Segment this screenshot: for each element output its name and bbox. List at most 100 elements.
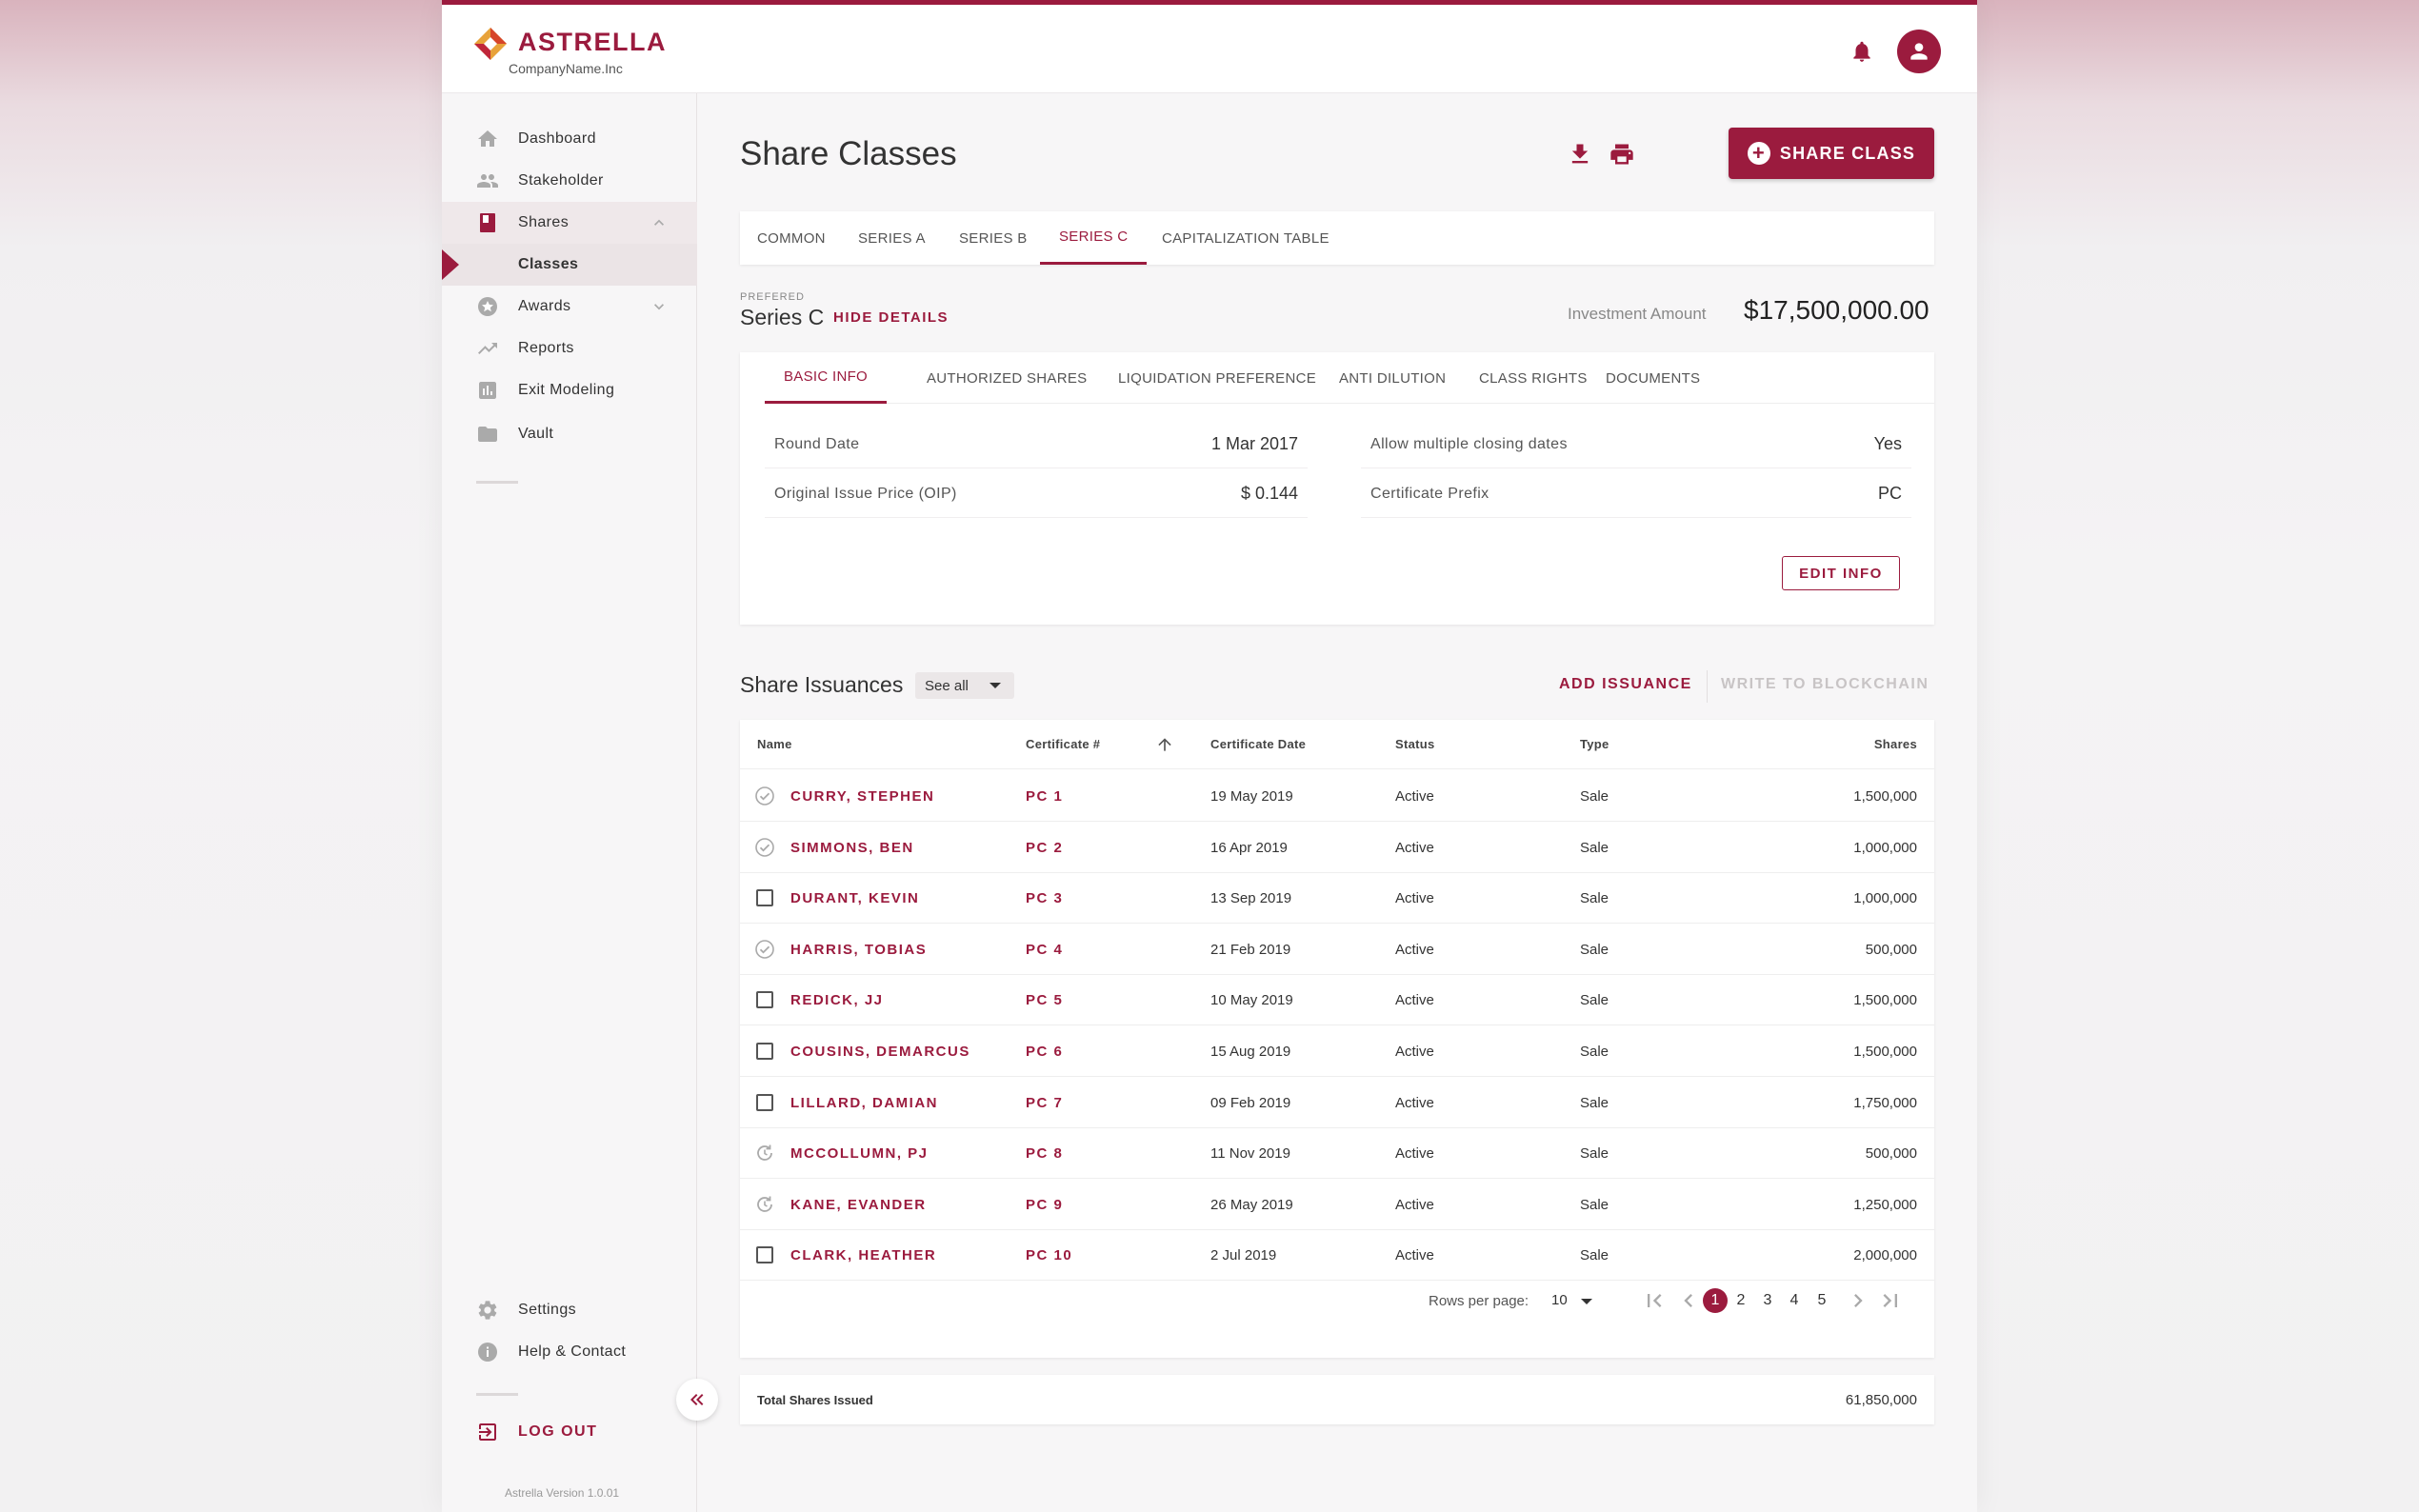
sidebar-item-shares[interactable]: Shares xyxy=(442,202,697,244)
row-checkbox[interactable] xyxy=(756,1093,773,1111)
print-icon[interactable] xyxy=(1609,141,1635,168)
tab-class-rights[interactable]: CLASS RIGHTS xyxy=(1479,352,1588,404)
stakeholder-name-link[interactable]: CLARK, HEATHER xyxy=(790,1247,936,1263)
tab-common[interactable]: COMMON xyxy=(757,211,826,265)
write-to-blockchain-button[interactable]: WRITE TO BLOCKCHAIN xyxy=(1721,676,1929,693)
tab-basic-info[interactable]: BASIC INFO xyxy=(765,352,888,404)
page-button-1[interactable]: 1 xyxy=(1703,1288,1728,1313)
page-button-2[interactable]: 2 xyxy=(1729,1288,1753,1313)
hide-details-button[interactable]: HIDE DETAILS xyxy=(833,309,949,326)
next-page-icon[interactable] xyxy=(1845,1287,1871,1314)
certificate-link[interactable]: PC 1 xyxy=(1026,788,1063,805)
column-header-status[interactable]: Status xyxy=(1395,737,1435,751)
table-row[interactable]: CURRY, STEPHEN PC 1 19 May 2019 Active Sale 1… xyxy=(740,770,1934,822)
page-button-5[interactable]: 5 xyxy=(1809,1288,1834,1313)
tab-series-a[interactable]: SERIES A xyxy=(858,211,926,265)
column-header-shares[interactable]: Shares xyxy=(1874,737,1917,751)
tab-series-b[interactable]: SERIES B xyxy=(959,211,1028,265)
tab-authorized-shares[interactable]: AUTHORIZED SHARES xyxy=(927,352,1087,404)
sidebar-item-dashboard[interactable]: Dashboard xyxy=(442,118,697,160)
last-page-icon[interactable] xyxy=(1877,1287,1904,1314)
add-share-class-button[interactable]: + SHARE CLASS xyxy=(1729,128,1934,179)
type-text: Sale xyxy=(1580,839,1609,856)
field-label: Allow multiple closing dates xyxy=(1370,436,1568,452)
table-row[interactable]: MCCOLLUMN, PJ PC 8 11 Nov 2019 Active Sale 50… xyxy=(740,1127,1934,1180)
download-icon[interactable] xyxy=(1567,141,1593,168)
sidebar-item-classes[interactable]: Classes xyxy=(442,244,697,286)
logout-label: LOG OUT xyxy=(518,1423,598,1440)
dropdown-caret-icon[interactable] xyxy=(1581,1299,1592,1304)
rows-per-page-label: Rows per page: xyxy=(1429,1293,1529,1309)
certificate-link[interactable]: PC 9 xyxy=(1026,1197,1063,1213)
column-header-certificate-date[interactable]: Certificate Date xyxy=(1210,737,1306,751)
edit-info-button[interactable]: EDIT INFO xyxy=(1782,556,1900,590)
certificate-link[interactable]: PC 6 xyxy=(1026,1044,1063,1060)
stakeholder-name-link[interactable]: CURRY, STEPHEN xyxy=(790,788,934,805)
table-row[interactable]: REDICK, JJ PC 5 10 May 2019 Active Sale 1,500… xyxy=(740,974,1934,1026)
stakeholder-name-link[interactable]: SIMMONS, BEN xyxy=(790,840,914,856)
tab-series-c[interactable]: SERIES C xyxy=(1040,211,1148,265)
field-value: Yes xyxy=(1873,434,1902,453)
table-row[interactable]: LILLARD, DAMIAN PC 7 09 Feb 2019 Active Sale… xyxy=(740,1077,1934,1128)
page-button-3[interactable]: 3 xyxy=(1755,1288,1780,1313)
share-issuances-title: Share Issuances xyxy=(740,672,904,697)
certificate-link[interactable]: PC 7 xyxy=(1026,1095,1063,1111)
stakeholder-name-link[interactable]: DURANT, KEVIN xyxy=(790,890,919,906)
certificate-link[interactable]: PC 5 xyxy=(1026,992,1063,1008)
column-header-name[interactable]: Name xyxy=(757,737,792,751)
certificate-link[interactable]: PC 10 xyxy=(1026,1247,1072,1263)
shares-value: 1,500,000 xyxy=(1853,788,1917,805)
tab-liquidation-preference[interactable]: LIQUIDATION PREFERENCE xyxy=(1118,352,1316,404)
sidebar-item-exit-modeling[interactable]: Exit Modeling xyxy=(442,369,697,411)
bell-icon[interactable] xyxy=(1849,39,1874,64)
rows-per-page-select[interactable]: 10 xyxy=(1551,1292,1568,1308)
column-header-certificate[interactable]: Certificate # xyxy=(1026,737,1100,751)
table-row[interactable]: HARRIS, TOBIAS PC 4 21 Feb 2019 Active Sale 5… xyxy=(740,924,1934,975)
series-type-label: PREFERED xyxy=(740,291,805,303)
logout-button[interactable]: LOG OUT xyxy=(476,1421,597,1443)
table-row[interactable]: COUSINS, DEMARCUS PC 6 15 Aug 2019 Active Sa… xyxy=(740,1025,1934,1077)
action-divider xyxy=(1707,670,1708,703)
pending-sync-icon xyxy=(757,1196,772,1212)
previous-page-icon[interactable] xyxy=(1675,1287,1702,1314)
shares-value: 500,000 xyxy=(1865,941,1917,958)
sort-arrow-up-icon[interactable] xyxy=(1155,735,1174,754)
sidebar-item-stakeholder[interactable]: Stakeholder xyxy=(442,160,697,202)
issuance-filter-select[interactable]: See all xyxy=(915,672,1014,699)
tab-anti-dilution[interactable]: ANTI DILUTION xyxy=(1339,352,1446,404)
sidebar-item-reports[interactable]: Reports xyxy=(442,328,697,369)
page-button-4[interactable]: 4 xyxy=(1782,1288,1807,1313)
certificate-link[interactable]: PC 2 xyxy=(1026,840,1063,856)
table-row[interactable]: KANE, EVANDER PC 9 26 May 2019 Active Sale 1,… xyxy=(740,1179,1934,1230)
certificate-link[interactable]: PC 3 xyxy=(1026,890,1063,906)
stakeholder-name-link[interactable]: KANE, EVANDER xyxy=(790,1197,927,1213)
tab-capitalization-table[interactable]: CAPITALIZATION TABLE xyxy=(1162,211,1329,265)
row-checkbox[interactable] xyxy=(756,889,773,907)
stakeholder-name-link[interactable]: HARRIS, TOBIAS xyxy=(790,942,927,958)
sidebar-item-awards[interactable]: Awards xyxy=(442,286,697,328)
stakeholder-name-link[interactable]: MCCOLLUMN, PJ xyxy=(790,1145,929,1162)
certificate-link[interactable]: PC 8 xyxy=(1026,1145,1063,1162)
row-checkbox[interactable] xyxy=(756,1043,773,1060)
stakeholder-name-link[interactable]: REDICK, JJ xyxy=(790,992,884,1008)
table-row[interactable]: DURANT, KEVIN PC 3 13 Sep 2019 Active Sale 1,… xyxy=(740,872,1934,925)
type-text: Sale xyxy=(1580,1145,1609,1163)
row-checkbox[interactable] xyxy=(756,1246,773,1264)
collapse-sidebar-button[interactable] xyxy=(676,1379,718,1421)
sidebar-item-vault[interactable]: Vault xyxy=(442,413,697,455)
row-checkbox[interactable] xyxy=(756,991,773,1009)
table-row[interactable]: SIMMONS, BEN PC 2 16 Apr 2019 Active Sale 1,0… xyxy=(740,822,1934,873)
tab-documents[interactable]: DOCUMENTS xyxy=(1606,352,1700,404)
add-issuance-button[interactable]: ADD ISSUANCE xyxy=(1559,676,1692,693)
column-header-type[interactable]: Type xyxy=(1580,737,1609,751)
sidebar-item-help-contact[interactable]: Help & Contact xyxy=(442,1331,697,1373)
certificate-link[interactable]: PC 4 xyxy=(1026,942,1063,958)
stakeholder-name-link[interactable]: COUSINS, DEMARCUS xyxy=(790,1044,970,1060)
stakeholder-name-link[interactable]: LILLARD, DAMIAN xyxy=(790,1095,938,1111)
status-text: Active xyxy=(1395,890,1434,907)
account-avatar-button[interactable] xyxy=(1897,30,1941,73)
certificate-date: 16 Apr 2019 xyxy=(1210,839,1288,856)
first-page-icon[interactable] xyxy=(1641,1287,1668,1314)
sidebar-item-settings[interactable]: Settings xyxy=(442,1289,697,1331)
type-text: Sale xyxy=(1580,1247,1609,1264)
